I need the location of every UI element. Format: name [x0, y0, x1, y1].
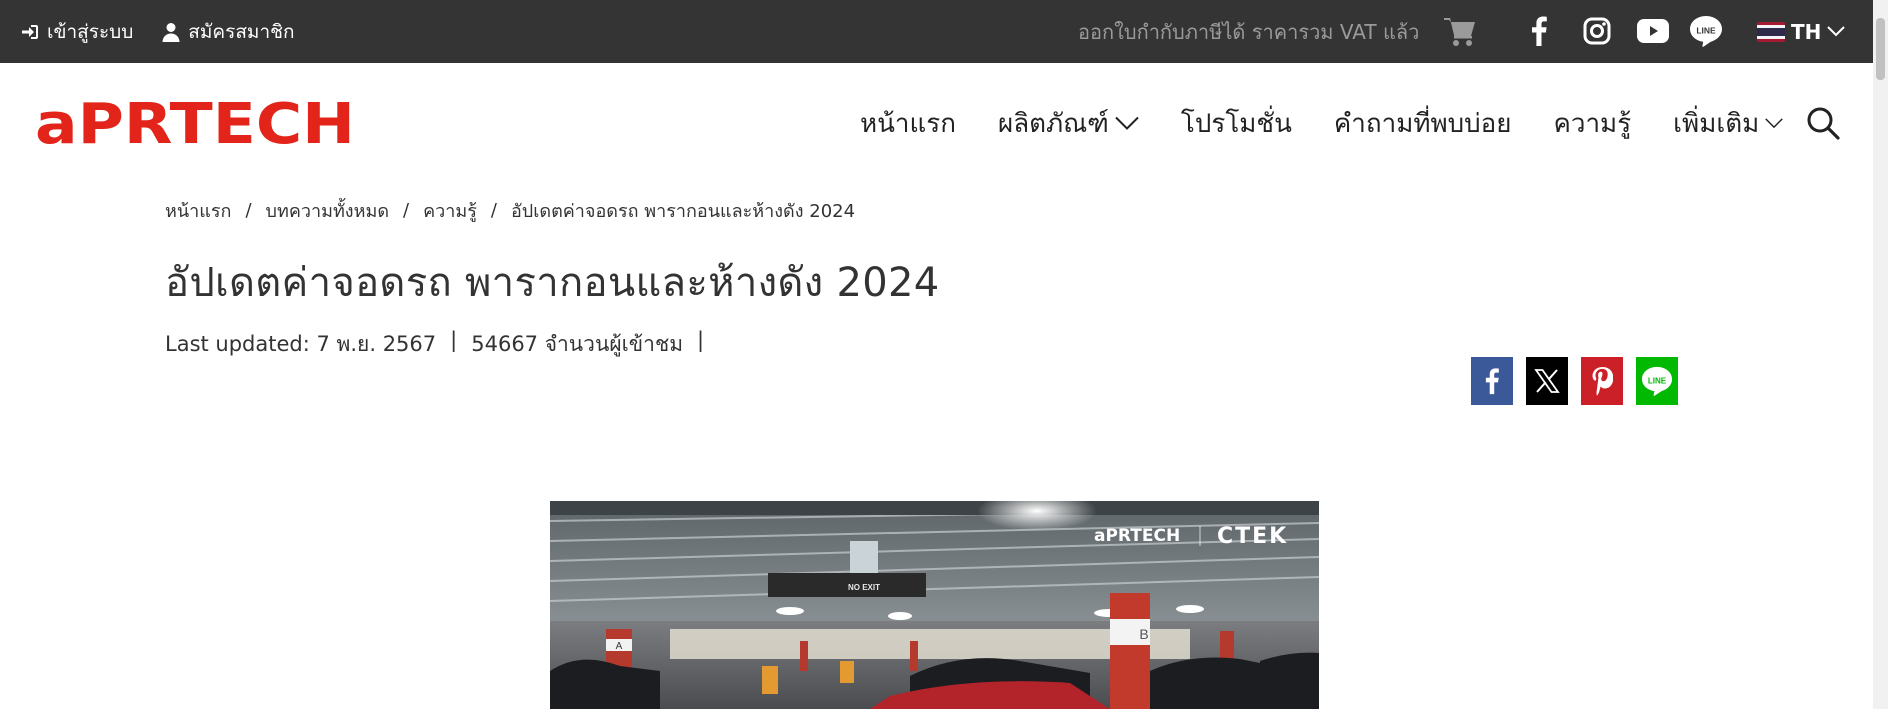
nav-promotions[interactable]: โปรโมชั่น: [1181, 103, 1292, 144]
nav-more[interactable]: เพิ่มเติม: [1673, 103, 1784, 144]
account-links: เข้าสู่ระบบ สมัครสมาชิก: [20, 0, 295, 63]
user-icon: [162, 22, 180, 42]
nav-more-label: เพิ่มเติม: [1673, 108, 1760, 139]
logo-text: aPRTECH: [35, 96, 355, 150]
watermark-aprtech: aPRTECH: [1094, 526, 1180, 546]
line-icon: LINE: [1641, 366, 1673, 396]
cart-icon[interactable]: [1442, 14, 1478, 48]
sign-in-icon: [22, 24, 38, 39]
meta-separator: |: [697, 328, 705, 352]
scrollbar-thumb[interactable]: [1876, 18, 1885, 80]
chevron-down-icon: [1115, 116, 1139, 130]
no-exit-sign-text: NO EXIT: [848, 583, 880, 592]
chevron-down-icon: [1765, 118, 1784, 129]
youtube-link[interactable]: [1635, 14, 1671, 48]
view-count: 54667 จำนวนผู้เข้าชม: [471, 332, 684, 356]
vat-notice: ออกใบกำกับภาษีได้ ราคารวม VAT แล้ว: [1078, 19, 1420, 44]
article-meta: Last updated: 7 พ.ย. 2567 | 54667 จำนวนผ…: [165, 328, 704, 361]
pillar-label-a: A: [616, 641, 623, 652]
line-icon-text: LINE: [1696, 26, 1716, 36]
language-selector[interactable]: TH: [1757, 0, 1846, 63]
breadcrumb: หน้าแรก / บทความทั้งหมด / ความรู้ / อัปเ…: [165, 196, 855, 225]
breadcrumb-separator: /: [245, 200, 252, 221]
last-updated: Last updated: 7 พ.ย. 2567: [165, 332, 437, 356]
facebook-link[interactable]: [1522, 14, 1556, 48]
login-label: เข้าสู่ระบบ: [47, 20, 134, 43]
nav-promotions-label: โปรโมชั่น: [1180, 108, 1292, 139]
share-line-text: LINE: [1648, 376, 1667, 385]
youtube-icon: [1637, 19, 1669, 43]
aprtech-logo[interactable]: aPRTECH: [35, 96, 357, 150]
share-line-button[interactable]: LINE: [1636, 357, 1678, 405]
line-link[interactable]: LINE: [1688, 14, 1724, 48]
x-logo-icon: [1534, 369, 1560, 393]
main-navigation: หน้าแรก ผลิตภัณฑ์ โปรโมชั่น คำถามที่พบบ่…: [860, 96, 1784, 150]
breadcrumb-separator: /: [403, 200, 410, 221]
share-facebook-button[interactable]: [1471, 357, 1513, 405]
breadcrumb-separator: /: [490, 200, 497, 221]
top-bar: เข้าสู่ระบบ สมัครสมาชิก ออกใบกำกับภาษีได…: [0, 0, 1888, 63]
nav-home[interactable]: หน้าแรก: [860, 103, 956, 144]
page-title: อัปเดตค่าจอดรถ พารากอนและห้างดัง 2024: [165, 260, 940, 306]
nav-faq[interactable]: คำถามที่พบบ่อย: [1334, 103, 1512, 144]
login-link[interactable]: เข้าสู่ระบบ: [20, 17, 133, 47]
nav-products-label: ผลิตภัณฑ์: [997, 108, 1109, 139]
pillar-label-b: B: [1139, 626, 1148, 642]
language-label: TH: [1791, 19, 1822, 44]
share-pinterest-button[interactable]: [1581, 357, 1623, 405]
search-icon[interactable]: [1806, 106, 1840, 140]
article-hero-image: NO EXIT A B aPRTECH CTEK: [550, 501, 1319, 709]
meta-separator: |: [450, 328, 458, 352]
instagram-link[interactable]: [1579, 14, 1615, 48]
breadcrumb-home[interactable]: หน้าแรก: [165, 196, 231, 225]
pinterest-icon: [1592, 367, 1613, 396]
instagram-icon: [1583, 17, 1611, 45]
facebook-icon: [1532, 16, 1547, 46]
facebook-icon: [1485, 368, 1499, 395]
breadcrumb-knowledge[interactable]: ความรู้: [423, 196, 477, 225]
nav-faq-label: คำถามที่พบบ่อย: [1333, 108, 1512, 139]
breadcrumb-all-articles[interactable]: บทความทั้งหมด: [266, 196, 390, 225]
chevron-down-icon: [1827, 26, 1846, 37]
register-label: สมัครสมาชิก: [188, 20, 295, 43]
nav-knowledge[interactable]: ความรู้: [1553, 103, 1631, 144]
register-link[interactable]: สมัครสมาชิก: [161, 17, 295, 47]
nav-home-label: หน้าแรก: [860, 108, 956, 139]
share-x-button[interactable]: [1526, 357, 1568, 405]
line-icon: LINE: [1690, 16, 1722, 47]
nav-knowledge-label: ความรู้: [1553, 108, 1632, 139]
thai-flag-icon: [1757, 21, 1785, 42]
breadcrumb-current: อัปเดตค่าจอดรถ พารากอนและห้างดัง 2024: [510, 201, 856, 222]
watermark-ctek: CTEK: [1217, 524, 1288, 549]
scrollbar-track[interactable]: [1873, 0, 1888, 709]
nav-products[interactable]: ผลิตภัณฑ์: [998, 103, 1139, 144]
